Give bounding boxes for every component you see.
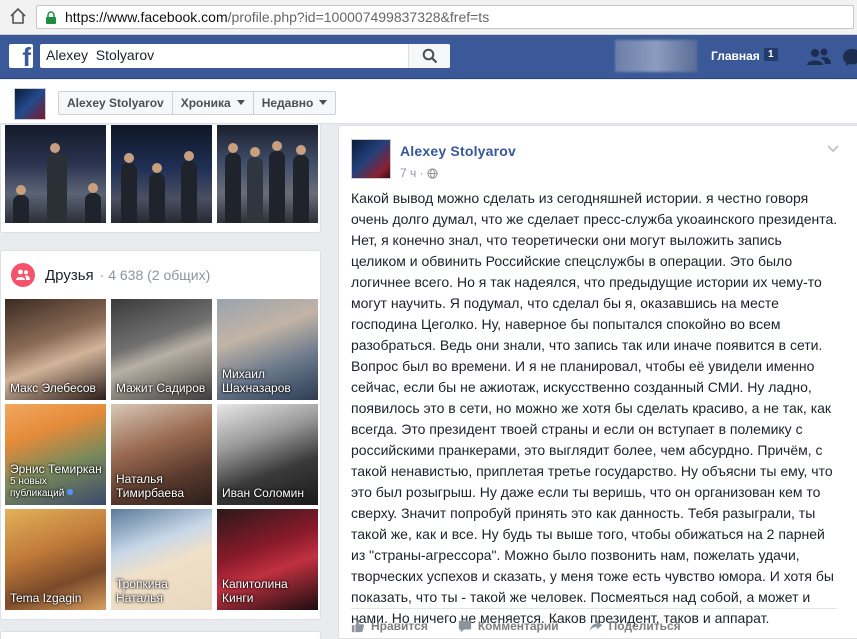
like-button[interactable]: Нравится: [351, 616, 428, 636]
post-author-avatar[interactable]: [351, 139, 391, 179]
lock-icon: [46, 11, 56, 24]
friends-title[interactable]: Друзья: [45, 267, 94, 284]
friends-header: Друзья · 4 638 (2 общих): [11, 263, 211, 287]
friend-tile[interactable]: Капитолина Кинги: [217, 509, 318, 610]
profile-thumbnail[interactable]: [14, 88, 46, 120]
post-author-link[interactable]: Alexey Stolyarov: [400, 143, 516, 159]
timeline-label: Хроника: [180, 96, 231, 110]
friends-card: Друзья · 4 638 (2 общих) Макс Элебесов М…: [0, 250, 321, 620]
friend-name: Наталья Тимирбаева: [116, 472, 208, 500]
share-arrow-icon: [589, 620, 602, 632]
friend-name: Эрнис Темиркан 5 новых публикаций: [10, 462, 102, 500]
friend-tile[interactable]: Мажит Садиров: [111, 299, 212, 400]
url-text: https://www.facebook.com/profile.php?id=…: [65, 9, 489, 25]
search-input[interactable]: [46, 47, 396, 63]
friend-new-posts-text: 5 новых публикаций: [10, 476, 65, 499]
profile-navigation-bar: Alexey Stolyarov Хроника Недавно: [0, 80, 857, 124]
friends-icon: [16, 269, 30, 280]
next-card: [0, 631, 321, 639]
messages-icon[interactable]: [842, 47, 857, 67]
chevron-down-icon: [319, 100, 328, 105]
friend-tile[interactable]: Tema Izgagin: [5, 509, 106, 610]
friend-name-text: Михаил Шахназаров: [222, 367, 291, 395]
friends-badge: [11, 263, 35, 287]
friend-name-text: Иван Соломин: [222, 486, 304, 500]
facebook-top-bar: f Главная 1: [0, 35, 857, 79]
search-icon: [422, 48, 438, 64]
friend-name-text: Мажит Садиров: [116, 381, 206, 395]
friend-tile[interactable]: Михаил Шахназаров: [217, 299, 318, 400]
post-timestamp[interactable]: 7 ч ·: [400, 166, 424, 180]
friend-name-text: Тропкина Наталья: [116, 577, 168, 605]
url-host: https://www.facebook.com: [65, 9, 228, 25]
photo-thumbnail[interactable]: [111, 125, 212, 223]
search-button[interactable]: [408, 44, 450, 68]
friend-tile[interactable]: Макс Элебесов: [5, 299, 106, 400]
friends-count: · 4 638 (2 общих): [99, 267, 211, 283]
search-box: [40, 44, 450, 68]
comment-button[interactable]: Комментарий: [458, 616, 559, 636]
divider: [351, 608, 837, 609]
comment-label: Комментарий: [477, 619, 559, 633]
timeline-dropdown[interactable]: Хроника: [173, 92, 254, 114]
home-icon[interactable]: [8, 6, 28, 26]
friend-tile[interactable]: Эрнис Темиркан 5 новых публикаций: [5, 404, 106, 505]
photo-thumbnail[interactable]: [5, 125, 106, 223]
friend-new-posts: 5 новых публикаций: [10, 476, 102, 500]
friend-name-text: Эрнис Темиркан: [10, 462, 102, 476]
friend-tile[interactable]: Наталья Тимирбаева: [111, 404, 212, 505]
facebook-logo-icon[interactable]: f: [9, 44, 33, 68]
share-button[interactable]: Поделиться: [589, 616, 681, 636]
post-actions: Нравится Комментарий Поделиться: [351, 616, 839, 636]
friend-name: Мажит Садиров: [116, 381, 208, 395]
profile-name-link[interactable]: Alexey Stolyarov: [59, 92, 173, 114]
like-label: Нравится: [371, 619, 428, 633]
new-dot-icon: [67, 489, 74, 495]
profile-name: Alexey Stolyarov: [67, 96, 164, 110]
post-card: Alexey Stolyarov 7 ч · Какой вывод можно…: [338, 125, 857, 639]
friend-name-text: Макс Элебесов: [10, 381, 96, 395]
photos-card: [0, 125, 321, 233]
browser-toolbar: https://www.facebook.com/profile.php?id=…: [0, 0, 857, 35]
friend-name-text: Капитолина Кинги: [222, 577, 288, 605]
recent-dropdown[interactable]: Недавно: [254, 92, 336, 114]
friend-name: Михаил Шахназаров: [222, 367, 314, 395]
url-path: /profile.php?id=100007499837328&fref=ts: [227, 9, 490, 25]
friend-tile[interactable]: Иван Соломин: [217, 404, 318, 505]
globe-icon[interactable]: [427, 168, 438, 179]
thumbs-up-icon: [351, 619, 365, 633]
friend-name: Макс Элебесов: [10, 381, 102, 395]
friend-name: Тропкина Наталья: [116, 577, 208, 605]
friend-name: Tema Izgagin: [10, 591, 102, 605]
chevron-down-icon[interactable]: [826, 144, 840, 154]
home-link[interactable]: Главная: [711, 49, 760, 63]
friend-name-text: Tema Izgagin: [10, 591, 82, 605]
recent-label: Недавно: [261, 96, 314, 110]
chevron-down-icon: [236, 100, 245, 105]
friend-name: Капитолина Кинги: [222, 577, 314, 605]
friend-name: Иван Соломин: [222, 486, 314, 500]
user-profile-link[interactable]: [615, 40, 697, 72]
address-bar[interactable]: https://www.facebook.com/profile.php?id=…: [36, 5, 854, 29]
share-label: Поделиться: [608, 619, 681, 633]
profile-nav-pills: Alexey Stolyarov Хроника Недавно: [58, 91, 337, 115]
post-text: Какой вывод можно сделать из сегодняшней…: [351, 190, 838, 626]
friend-tile[interactable]: Тропкина Наталья: [111, 509, 212, 610]
home-count-badge: 1: [764, 48, 778, 61]
photo-thumbnail[interactable]: [217, 125, 318, 223]
comment-icon: [458, 620, 471, 633]
friend-requests-icon[interactable]: [806, 47, 832, 67]
friend-name-text: Наталья Тимирбаева: [116, 472, 184, 500]
